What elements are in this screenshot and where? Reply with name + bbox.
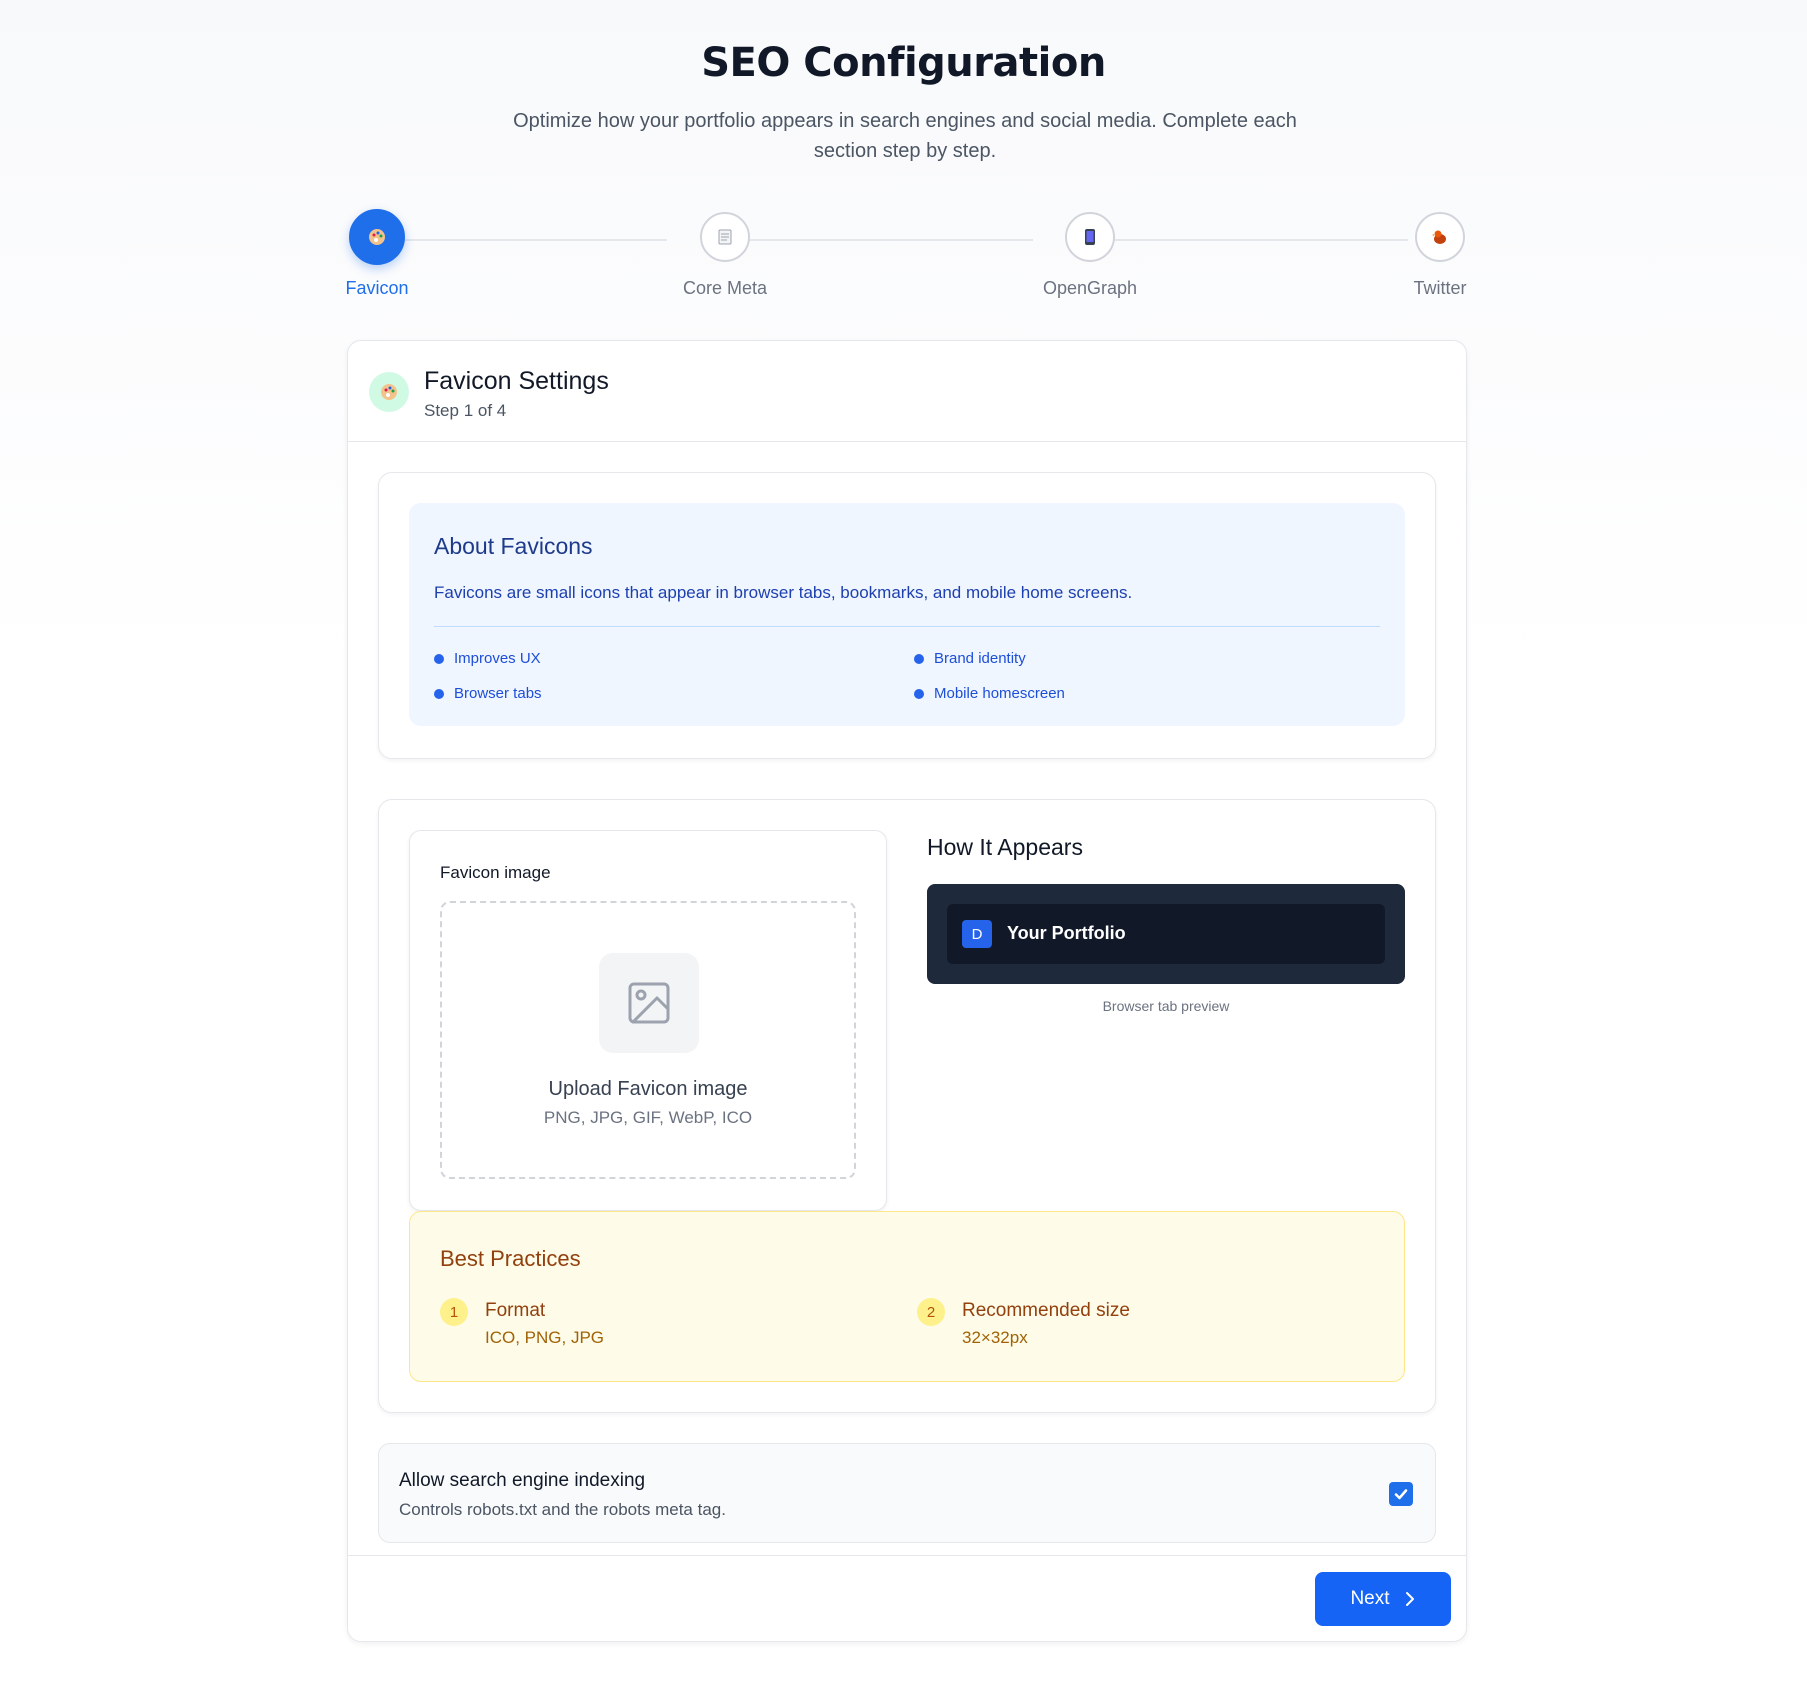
bullet-dot-icon bbox=[434, 653, 444, 664]
card-title: Favicon Settings bbox=[424, 367, 609, 395]
favicon-dropzone[interactable]: Upload Favicon image PNG, JPG, GIF, WebP… bbox=[440, 901, 856, 1179]
browser-tab-preview: D Your Portfolio bbox=[927, 884, 1405, 984]
favicon-upload-section: Favicon image Upload Favicon image PNG, … bbox=[378, 799, 1436, 1413]
practice-number: 2 bbox=[917, 1298, 945, 1326]
practice-number: 1 bbox=[440, 1298, 468, 1326]
step-label: Twitter bbox=[1413, 278, 1467, 298]
bullet-dot-icon bbox=[914, 688, 924, 699]
indexing-title: Allow search engine indexing bbox=[399, 1470, 646, 1491]
practice-name: Format bbox=[485, 1300, 546, 1321]
upload-formats: PNG, JPG, GIF, WebP, ICO bbox=[543, 1108, 753, 1127]
preview-title: How It Appears bbox=[927, 834, 1083, 860]
step-favicon[interactable]: Favicon bbox=[317, 209, 437, 299]
favicon-settings-card: Favicon Settings Step 1 of 4 About Favic… bbox=[347, 340, 1467, 1642]
step-label: OpenGraph bbox=[1042, 278, 1138, 298]
next-button-label: Next bbox=[1350, 1588, 1390, 1609]
about-section: About Favicons Favicons are small icons … bbox=[378, 472, 1436, 759]
about-title: About Favicons bbox=[434, 533, 593, 559]
step-label: Favicon bbox=[345, 278, 409, 298]
practices-title: Best Practices bbox=[440, 1246, 581, 1271]
checkmark-icon bbox=[1394, 1489, 1408, 1500]
tab-title: Your Portfolio bbox=[1007, 923, 1126, 943]
best-practices-box: Best Practices 1 Format ICO, PNG, JPG 2 … bbox=[409, 1211, 1405, 1382]
palette-icon bbox=[349, 209, 405, 265]
step-twitter[interactable]: Twitter bbox=[1380, 212, 1500, 299]
indexing-setting: Allow search engine indexing Controls ro… bbox=[378, 1443, 1436, 1543]
practice-name: Recommended size bbox=[962, 1300, 1130, 1321]
bird-icon bbox=[1415, 212, 1465, 262]
indexing-subtitle: Controls robots.txt and the robots meta … bbox=[399, 1500, 726, 1519]
bullet-dot-icon bbox=[914, 653, 924, 664]
upload-label: Favicon image bbox=[440, 863, 551, 882]
seo-configuration-page: SEO Configuration Optimize how your port… bbox=[0, 0, 1807, 1681]
palette-icon bbox=[369, 372, 409, 412]
upload-title: Upload Favicon image bbox=[548, 1078, 748, 1100]
step-core-meta[interactable]: Core Meta bbox=[665, 212, 785, 299]
browser-tab: D Your Portfolio bbox=[947, 904, 1385, 964]
chevron-right-icon bbox=[1405, 1592, 1414, 1606]
divider bbox=[434, 626, 1380, 627]
upload-card: Favicon image Upload Favicon image PNG, … bbox=[409, 830, 887, 1211]
about-bullet: Brand identity bbox=[914, 650, 1026, 667]
next-button[interactable]: Next bbox=[1315, 1572, 1451, 1626]
footer-divider bbox=[348, 1555, 1466, 1556]
image-icon bbox=[599, 953, 699, 1053]
step-opengraph[interactable]: OpenGraph bbox=[1030, 212, 1150, 299]
about-bullet: Browser tabs bbox=[434, 685, 542, 702]
document-icon bbox=[700, 212, 750, 262]
practice-value: ICO, PNG, JPG bbox=[485, 1328, 605, 1347]
about-favicons-box: About Favicons Favicons are small icons … bbox=[409, 503, 1405, 726]
bullet-dot-icon bbox=[434, 688, 444, 699]
about-bullet: Mobile homescreen bbox=[914, 685, 1065, 702]
about-text: Favicons are small icons that appear in … bbox=[434, 583, 1133, 602]
phone-icon bbox=[1065, 212, 1115, 262]
page-title: SEO Configuration bbox=[701, 40, 1106, 86]
card-step-indicator: Step 1 of 4 bbox=[424, 401, 507, 420]
practice-value: 32×32px bbox=[962, 1328, 1028, 1347]
page-subtitle: Optimize how your portfolio appears in s… bbox=[513, 110, 1297, 162]
indexing-checkbox[interactable] bbox=[1389, 1482, 1413, 1506]
about-bullet: Improves UX bbox=[434, 650, 541, 667]
favicon-preview: D bbox=[962, 920, 992, 948]
step-label: Core Meta bbox=[682, 278, 768, 298]
stepper: Favicon Core Meta OpenGraph Twitter bbox=[345, 209, 1467, 302]
card-header: Favicon Settings Step 1 of 4 bbox=[348, 341, 1466, 442]
preview-caption: Browser tab preview bbox=[1102, 998, 1230, 1014]
